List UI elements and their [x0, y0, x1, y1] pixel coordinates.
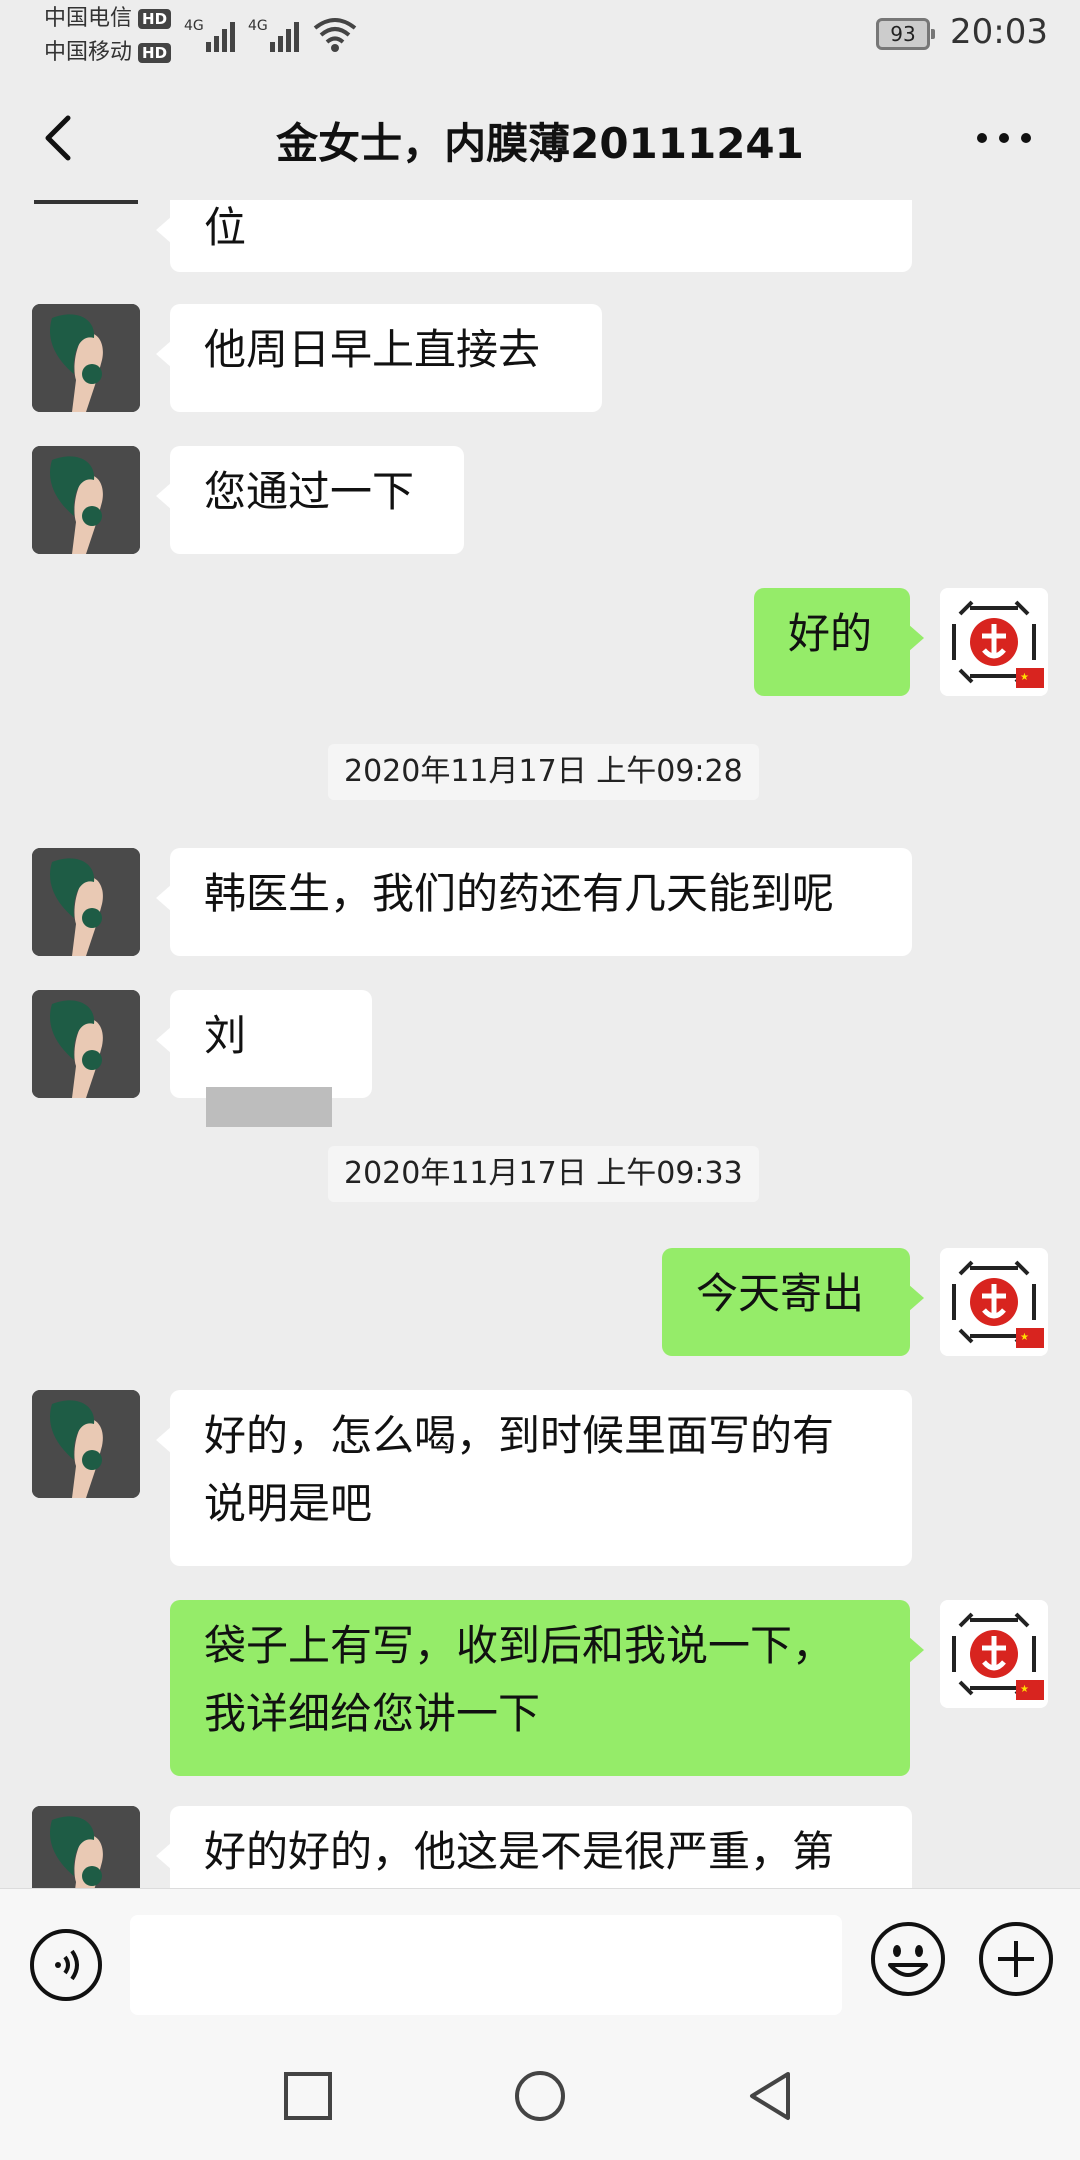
triangle-nav-icon[interactable]: [742, 2068, 798, 2124]
chat-header: 金女士，内膜薄20111241: [0, 76, 1080, 200]
message-bubble-incoming[interactable]: 位: [156, 200, 912, 272]
more-icon[interactable]: [968, 110, 1040, 166]
circle-nav-icon[interactable]: [512, 2068, 568, 2124]
system-nav-bar: [0, 2032, 1080, 2160]
message-bubble-incoming[interactable]: 您通过一下: [156, 446, 464, 554]
carrier-1: 中国电信 HD: [44, 6, 172, 32]
status-bar: 中国电信 HD 中国移动 HD 4G 4G 93 20:03: [0, 0, 1080, 70]
battery-indicator: 93: [876, 18, 935, 50]
square-nav-icon[interactable]: [280, 2068, 336, 2124]
message-bubble-outgoing[interactable]: 好的: [754, 588, 924, 696]
avatar-edge: [34, 200, 138, 204]
carrier-2: 中国移动 HD: [44, 40, 172, 66]
avatar[interactable]: [32, 1390, 140, 1498]
message-list[interactable]: 位 他周日早上直接去 您通过一下 好的 ★ 2020年11月17日 上午09:2…: [0, 200, 1080, 1888]
timestamp: 2020年11月17日 上午09:33: [328, 1146, 759, 1202]
svg-text:★: ★: [1020, 672, 1029, 683]
message-text: 今天寄出: [696, 1269, 865, 1318]
battery-level: 93: [890, 22, 916, 46]
message-text: 刘: [204, 1011, 247, 1060]
self-avatar[interactable]: ★: [940, 1248, 1048, 1356]
message-text: 好的好的，他这是不是很严重，第: [204, 1827, 835, 1876]
status-time: 20:03: [950, 12, 1048, 52]
self-avatar[interactable]: ★: [940, 588, 1048, 696]
message-bubble-incoming[interactable]: 韩医生，我们的药还有几天能到呢: [156, 848, 912, 956]
timestamp: 2020年11月17日 上午09:28: [328, 744, 759, 800]
carrier-1-label: 中国电信: [44, 6, 133, 31]
hd-badge-1: HD: [138, 9, 172, 29]
avatar[interactable]: [32, 990, 140, 1098]
wifi-icon: [312, 14, 358, 58]
avatar[interactable]: [32, 848, 140, 956]
plus-icon[interactable]: [976, 1919, 1056, 1999]
voice-icon[interactable]: [28, 1927, 104, 2003]
message-bubble-outgoing[interactable]: 今天寄出: [662, 1248, 924, 1356]
message-text: 韩医生，我们的药还有几天能到呢: [204, 869, 835, 918]
avatar[interactable]: [32, 446, 140, 554]
message-bubble-outgoing[interactable]: 袋子上有写，收到后和我说一下， 我详细给您讲一下: [170, 1600, 924, 1776]
self-avatar[interactable]: ★: [940, 1600, 1048, 1708]
redacted-name: [206, 1086, 332, 1127]
message-input[interactable]: [130, 1915, 842, 2015]
avatar[interactable]: [32, 304, 140, 412]
network-1-label: 4G: [184, 18, 204, 34]
message-text: 好的: [788, 609, 873, 658]
hd-badge-2: HD: [138, 43, 172, 63]
svg-text:★: ★: [1020, 1332, 1029, 1343]
signal-1-icon: 4G: [184, 14, 242, 58]
message-text: 他周日早上直接去: [204, 325, 541, 374]
carrier-2-label: 中国移动: [44, 40, 133, 65]
message-text: 袋子上有写，收到后和我说一下， 我详细给您讲一下: [204, 1621, 835, 1738]
message-bubble-incoming[interactable]: 刘: [156, 990, 372, 1127]
message-bubble-incoming[interactable]: 他周日早上直接去: [156, 304, 602, 412]
input-bar: [0, 1888, 1080, 2033]
chat-title: 金女士，内膜薄20111241: [276, 119, 804, 168]
message-text: 好的，怎么喝，到时候里面写的有 说明是吧: [204, 1411, 835, 1528]
message-bubble-incoming[interactable]: 好的好的，他这是不是很严重，第: [156, 1806, 912, 1888]
emoji-icon[interactable]: [868, 1919, 948, 1999]
svg-text:★: ★: [1020, 1684, 1029, 1695]
message-bubble-incoming[interactable]: 好的，怎么喝，到时候里面写的有 说明是吧: [156, 1390, 912, 1566]
signal-2-icon: 4G: [248, 14, 306, 58]
avatar[interactable]: [32, 1806, 140, 1888]
message-text: 位: [204, 203, 247, 252]
network-2-label: 4G: [248, 18, 268, 34]
message-text: 您通过一下: [204, 467, 415, 516]
